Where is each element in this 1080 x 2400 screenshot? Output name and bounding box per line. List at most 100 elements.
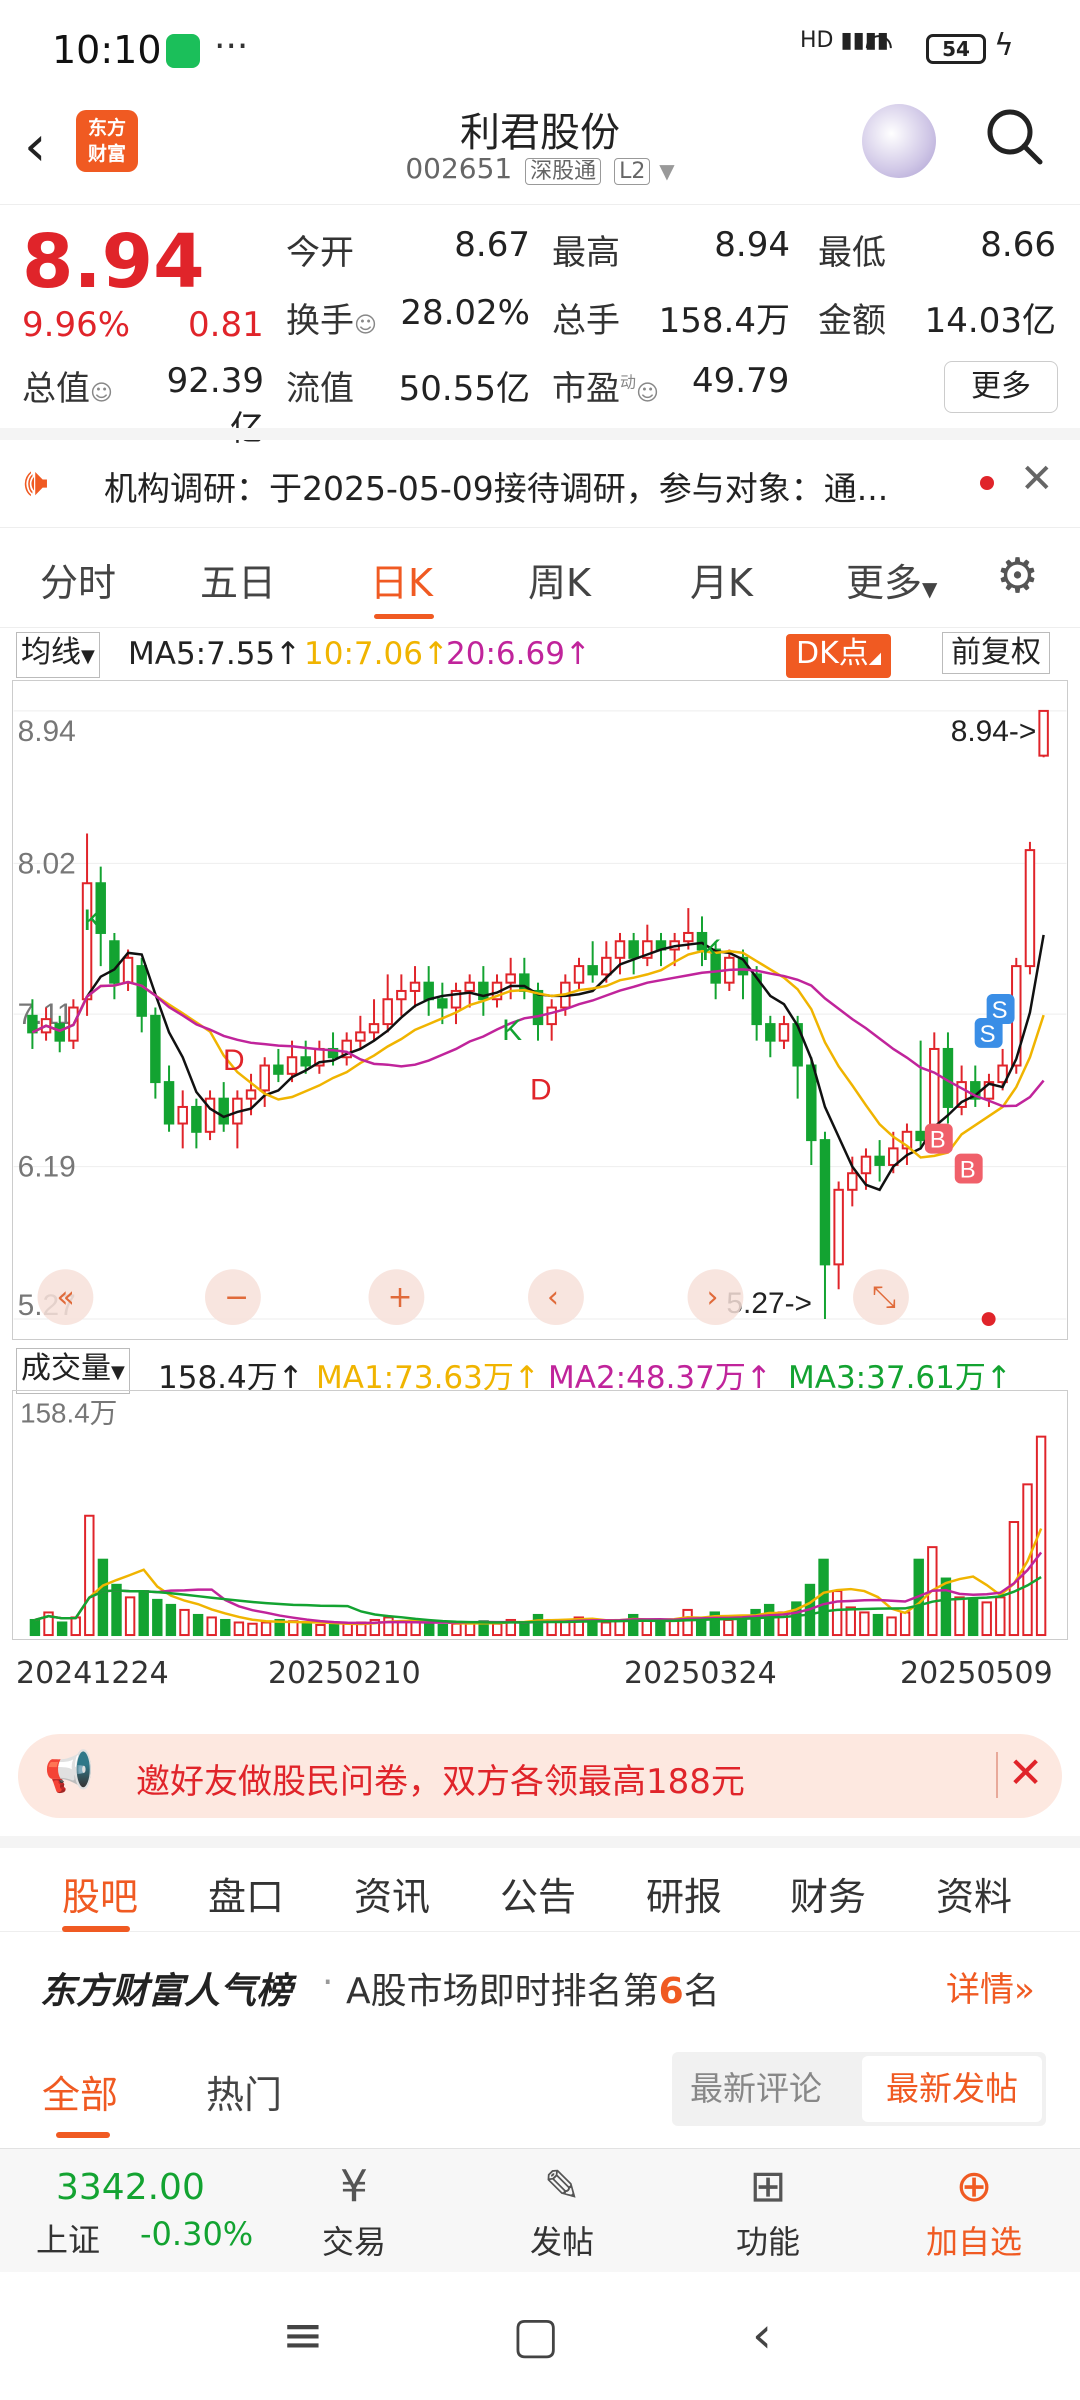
tab-research[interactable]: 研报	[646, 1866, 722, 1921]
trade-button[interactable]: ¥ 交易	[294, 2157, 414, 2263]
volume-bar	[410, 1621, 421, 1637]
popularity-rank[interactable]: 东方财富人气榜 · A股市场即时排名第6名 详情»	[0, 1944, 1080, 2024]
date-label: 20241224	[16, 1656, 169, 1691]
sort-switch: 最新评论 最新发帖	[672, 2052, 1046, 2126]
tab-finance[interactable]: 财务	[790, 1866, 866, 1921]
volume-bar	[288, 1620, 299, 1637]
candle-body	[81, 882, 93, 1001]
index-value[interactable]: 3342.00	[56, 2167, 205, 2208]
volume-label: 总手	[552, 301, 620, 341]
ma10-value: 10:7.06↑	[304, 636, 449, 672]
sort-latest-post[interactable]: 最新发帖	[862, 2056, 1042, 2122]
separator-dot: ·	[322, 1962, 334, 2003]
tab-pankou[interactable]: 盘口	[208, 1866, 284, 1921]
menu-icon[interactable]: ≡	[282, 2306, 324, 2364]
volume-bar	[519, 1621, 530, 1637]
tab-daily-k[interactable]: 日K	[370, 552, 433, 607]
tab-monthly-k[interactable]: 月K	[690, 552, 753, 607]
change-percent: 9.96%	[22, 305, 131, 345]
stock-header: 利君股份 002651 深股通 L2 ▼ ‹ 东方 财富	[0, 100, 1080, 204]
volume-bar	[396, 1620, 408, 1637]
volume-bar	[600, 1621, 612, 1637]
candle-body	[847, 1172, 858, 1191]
back-nav-icon[interactable]: ‹	[752, 2306, 772, 2364]
volume-selector[interactable]: 成交量▼	[16, 1348, 130, 1394]
candle-body	[628, 940, 639, 959]
tab-more[interactable]: 更多▼	[846, 552, 937, 607]
tab-guba[interactable]: 股吧	[62, 1866, 138, 1921]
volume-bar	[451, 1622, 462, 1637]
search-icon[interactable]	[984, 106, 1044, 166]
dk-point-button[interactable]: DK点◢	[786, 634, 892, 678]
home-icon[interactable]: ▢	[512, 2306, 559, 2364]
candle-body	[300, 1056, 311, 1067]
sort-latest-comment[interactable]: 最新评论	[690, 2062, 822, 2116]
wifi-icon: ◠	[864, 26, 894, 66]
adjust-button[interactable]: 前复权	[942, 632, 1050, 674]
more-quote-button[interactable]: 更多	[944, 361, 1058, 413]
chevron-down-icon[interactable]: ▼	[659, 159, 674, 183]
chart-nav-icon: ›	[706, 1280, 718, 1315]
close-icon[interactable]: ✕	[1020, 456, 1054, 502]
ma-line	[31, 949, 1045, 1159]
yen-icon: ¥	[340, 2161, 368, 2212]
volume-bar	[179, 1608, 190, 1637]
tab-news[interactable]: 资讯	[354, 1866, 430, 1921]
functions-button[interactable]: ⊞ 功能	[708, 2157, 828, 2263]
indicator-selector[interactable]: 均线▼	[16, 632, 100, 678]
close-icon[interactable]: ✕	[1008, 1748, 1043, 1797]
more-notifications-icon: ···	[214, 26, 249, 67]
current-price: 8.94	[22, 219, 205, 305]
tab-intraday[interactable]: 分时	[40, 552, 116, 607]
candlestick-chart[interactable]: 8.948.027.116.195.278.94->5.27->KDKDKSSB…	[12, 680, 1068, 1340]
megaphone-icon: 📢	[44, 1749, 94, 1795]
volume-indicator-row: 成交量▼ 158.4万↑ MA1:73.63万↑ MA2:48.37万↑ MA3…	[0, 1346, 1080, 1396]
volume-bar	[940, 1577, 952, 1637]
volume-value: 158.4万	[658, 301, 790, 341]
candle-body	[546, 1006, 557, 1026]
volume-bar	[668, 1618, 680, 1637]
tab-profile[interactable]: 资料	[936, 1866, 1012, 1921]
date-label: 20250324	[624, 1656, 777, 1691]
tab-hot[interactable]: 热门	[206, 2064, 282, 2119]
tab-weekly-k[interactable]: 周K	[528, 552, 591, 607]
post-button[interactable]: ✎ 发帖	[502, 2157, 622, 2263]
add-watchlist-button[interactable]: ⊕ 加自选	[914, 2157, 1034, 2263]
candle-body	[409, 981, 421, 992]
volume-chart[interactable]: 158.4万	[12, 1390, 1068, 1640]
index-name[interactable]: 上证	[36, 2215, 100, 2261]
promo-banner[interactable]: 📢 邀好友做股民问卷，双方各领最高188元 ✕	[18, 1734, 1062, 1818]
volume-bar	[981, 1601, 992, 1637]
signal-label: K	[702, 934, 722, 967]
volume-max-label: 158.4万	[20, 1398, 117, 1429]
app-logo: 东方 财富	[76, 110, 138, 172]
news-ticker[interactable]: 🕪 机构调研：于2025-05-09接待调研，参与对象：通... ✕	[0, 428, 1080, 528]
rank-detail-link[interactable]: 详情»	[946, 1962, 1035, 2011]
amount-label: 金额	[818, 301, 886, 341]
tab-five-day[interactable]: 五日	[200, 552, 276, 607]
banner-text[interactable]: 邀好友做股民问卷，双方各领最高188元	[136, 1754, 745, 1803]
candle-body	[423, 981, 434, 1001]
volume-bar	[342, 1622, 353, 1637]
signal-badge-label: B	[960, 1156, 976, 1183]
volume-bar	[995, 1596, 1006, 1637]
volume-bar	[84, 1514, 95, 1637]
tab-announcements[interactable]: 公告	[500, 1866, 576, 1921]
candle-body	[273, 1064, 284, 1075]
divider	[996, 1752, 998, 1798]
candle-body	[833, 1188, 844, 1266]
volume-bar	[682, 1608, 693, 1637]
pe-value: 49.79	[692, 361, 790, 401]
ticker-text[interactable]: 机构调研：于2025-05-09接待调研，参与对象：通...	[104, 462, 888, 510]
back-icon[interactable]: ‹	[24, 114, 46, 179]
tab-all[interactable]: 全部	[42, 2064, 118, 2119]
gear-icon[interactable]: ⚙	[996, 548, 1039, 604]
date-label: 20250210	[268, 1656, 421, 1691]
volume-bar	[723, 1618, 734, 1637]
bottom-toolbar: 3342.00 上证 -0.30% ¥ 交易 ✎ 发帖 ⊞ 功能 ⊕ 加自选	[0, 2148, 1080, 2272]
candle-body	[177, 1105, 188, 1125]
assistant-avatar-icon[interactable]	[862, 104, 936, 178]
ma5-value: MA5:7.55↑	[128, 636, 302, 672]
index-change[interactable]: -0.30%	[140, 2215, 253, 2253]
candle-body	[368, 1023, 380, 1034]
